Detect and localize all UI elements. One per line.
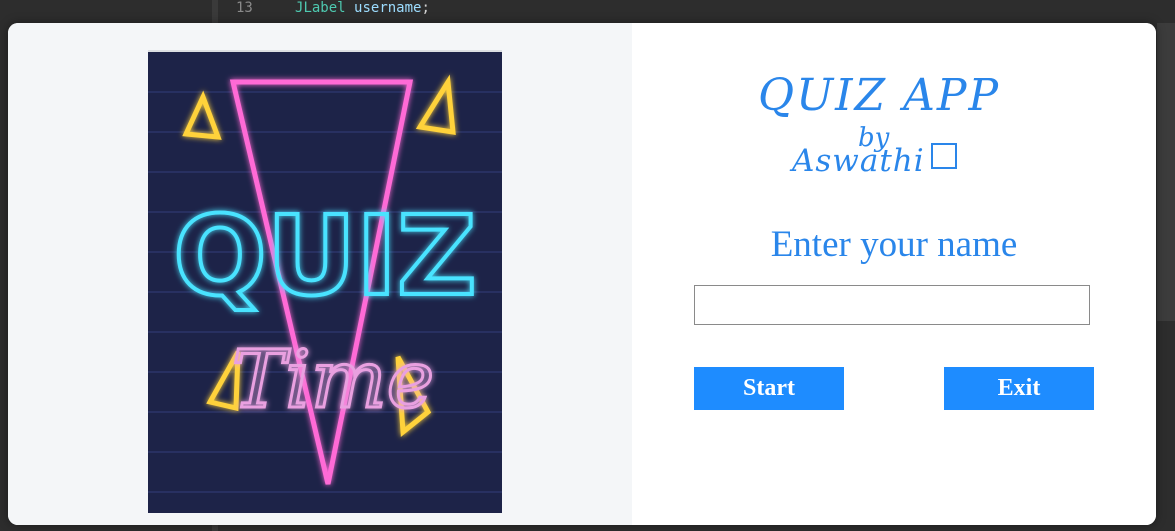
form-panel: QUIZ APP by Aswathi Enter your name Star… [632, 23, 1156, 525]
quiz-login-dialog: QUIZ Time QUIZ APP by Aswathi Enter your… [8, 23, 1156, 525]
author-name: Aswathi [792, 143, 925, 179]
app-title: QUIZ APP [758, 70, 1001, 121]
neon-poster-graphic: QUIZ Time [148, 74, 502, 493]
box-glyph-icon [930, 143, 957, 169]
editor-scrollbar[interactable] [1157, 23, 1175, 321]
image-panel: QUIZ Time [8, 23, 632, 525]
code-identifier: username [354, 0, 422, 16]
app-author: Aswathi [792, 143, 957, 179]
name-input[interactable] [694, 285, 1090, 325]
name-prompt: Enter your name [770, 224, 1018, 265]
poster-quiz-text: QUIZ [173, 192, 477, 320]
code-punctuation: ; [421, 0, 430, 16]
exit-button[interactable]: Exit [944, 367, 1094, 410]
code-type: JLabel [295, 0, 346, 16]
poster-time-text: Time [232, 333, 434, 426]
line-number: 13 [236, 0, 253, 16]
code-line-13: 13 JLabel username; [236, 0, 430, 16]
start-button[interactable]: Start [694, 367, 844, 410]
quiz-poster-image: QUIZ Time [148, 50, 502, 513]
yellow-triangle-top-right [415, 74, 456, 135]
